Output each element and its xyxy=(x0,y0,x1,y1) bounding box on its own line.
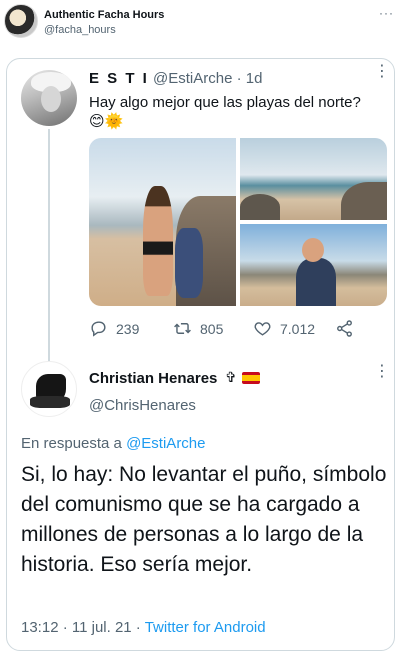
account-header: Authentic Facha Hours @facha_hours ··· xyxy=(0,0,400,46)
photo-beach-girl[interactable] xyxy=(89,138,236,306)
photo-beach-selfie[interactable] xyxy=(240,224,387,306)
reply-count: 239 xyxy=(116,320,140,337)
tweet-timestamp[interactable]: 13:12 · 11 jul. 21 · xyxy=(21,619,145,636)
reply-prefix: En respuesta a xyxy=(21,435,127,452)
reply-context: En respuesta a @EstiArche xyxy=(21,435,206,452)
like-count: 7.012 xyxy=(280,320,316,337)
cross-icon: ✞ xyxy=(225,369,237,385)
tweet-text: Si, lo hay: No levantar el puño, símbolo… xyxy=(21,463,387,576)
quoted-author-handle[interactable]: @EstiArche · 1d xyxy=(153,70,262,87)
more-options-icon[interactable]: ··· xyxy=(379,6,394,20)
photo-beach-rocks[interactable] xyxy=(240,138,387,220)
spain-flag-icon xyxy=(242,372,260,384)
tweet-actions: 239 805 7.012 xyxy=(89,313,387,343)
retweet-button[interactable]: 805 xyxy=(173,319,223,338)
tweet-card: E S T I @EstiArche · 1d ⋮ Hay algo mejor… xyxy=(6,58,395,651)
author-name[interactable]: Christian Henares xyxy=(89,370,217,387)
tweet-meta: 13:12 · 11 jul. 21 · Twitter for Android xyxy=(21,619,266,636)
tweet-source-link[interactable]: Twitter for Android xyxy=(145,619,266,636)
author-more-icon[interactable]: ⋮ xyxy=(374,364,390,380)
retweet-icon xyxy=(174,323,191,334)
thread-line xyxy=(48,129,50,364)
heart-icon xyxy=(254,322,271,336)
quoted-tweet-emoji: 😊🌞 xyxy=(89,113,124,130)
author-avatar[interactable] xyxy=(21,361,77,417)
share-icon xyxy=(337,320,352,337)
quoted-avatar[interactable] xyxy=(21,70,77,126)
reply-target-link[interactable]: @EstiArche xyxy=(126,435,205,452)
retweet-count: 805 xyxy=(200,320,224,337)
account-name[interactable]: Authentic Facha Hours xyxy=(44,9,164,21)
photo-grid xyxy=(89,138,387,306)
reply-icon xyxy=(91,321,106,337)
quoted-more-icon[interactable]: ⋮ xyxy=(374,64,390,80)
account-avatar[interactable] xyxy=(4,4,38,38)
like-button[interactable]: 7.012 xyxy=(253,319,315,338)
quoted-author-name[interactable]: E S T I xyxy=(89,70,149,87)
share-button[interactable] xyxy=(335,319,354,338)
author-handle[interactable]: @ChrisHenares xyxy=(89,397,196,414)
reply-button[interactable]: 239 xyxy=(89,319,139,338)
account-handle[interactable]: @facha_hours xyxy=(44,24,116,36)
quoted-tweet-text: Hay algo mejor que las playas del norte? xyxy=(89,94,361,111)
